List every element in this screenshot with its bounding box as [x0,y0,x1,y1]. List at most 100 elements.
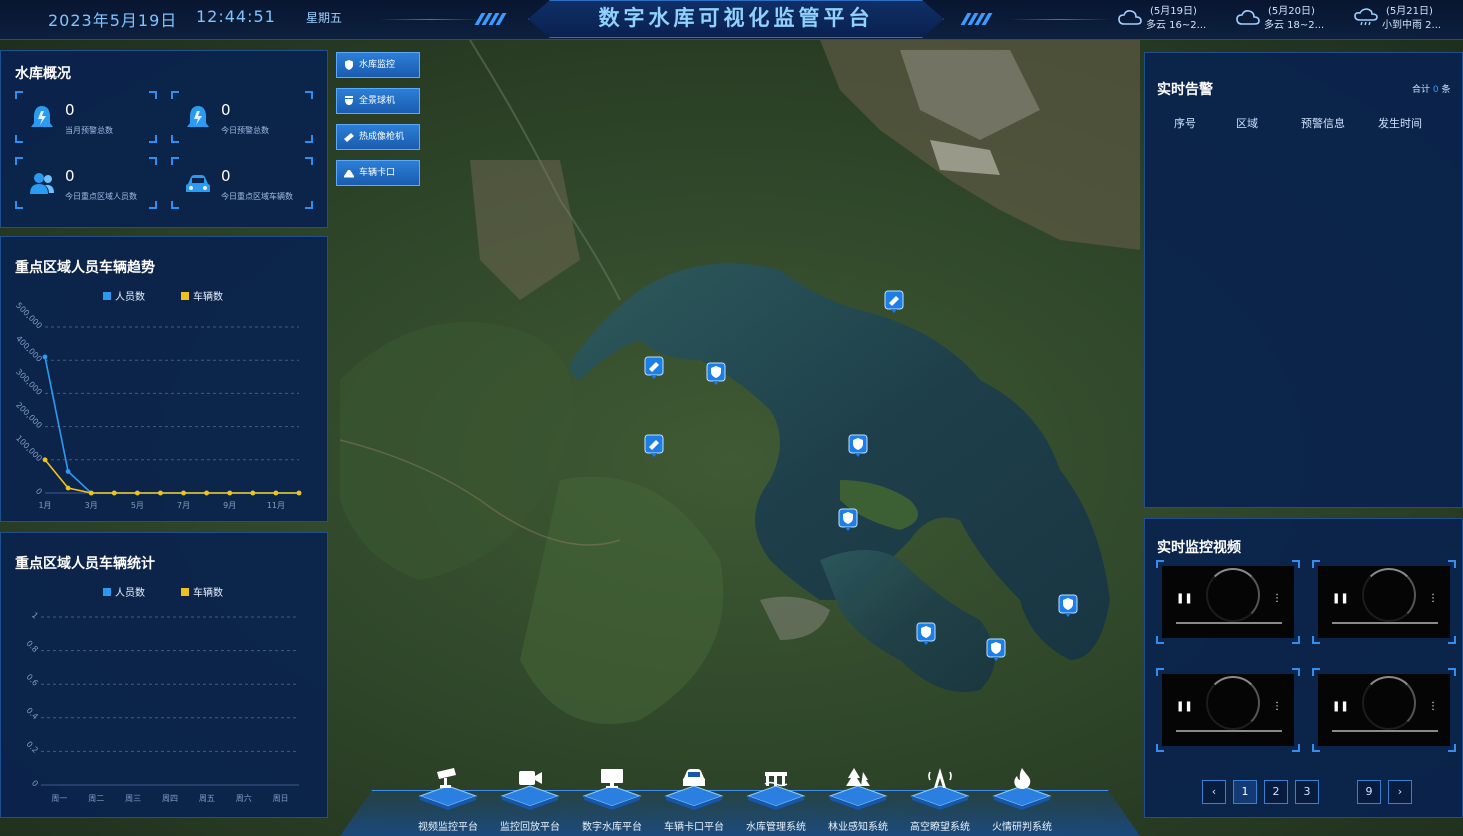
weather-date: (5月21日) [1386,6,1433,17]
forest-icon [846,768,870,786]
map-marker-reservoir-monitor[interactable] [1058,594,1078,618]
data-point [42,354,48,360]
video-title: 实时监控视频 [1157,540,1241,556]
y-tick-label: 400,000 [14,334,44,364]
data-point [227,490,233,496]
pagination-page-last[interactable]: 9 [1357,780,1381,804]
trend-panel: 重点区域人员车辆趋势 人员数 车辆数 0 100,000 200,000 300,000 4… [0,236,328,522]
map-marker-reservoir-monitor[interactable] [838,508,858,532]
dock-item-fire-analysis[interactable]: 火情研判系统 [982,762,1062,834]
pause-icon[interactable]: ❚❚ [1332,594,1349,604]
alarm-total-prefix: 合计 [1412,85,1431,95]
dock-item-video-monitor[interactable]: 视频监控平台 [408,762,488,834]
weather-desc: 多云 18~2... [1264,20,1325,31]
legend-label: 人员数 [115,586,145,599]
data-point [134,490,140,496]
weather-date: (5月19日) [1150,6,1197,17]
y-tick-label: 0.4 [24,706,39,721]
dock-item-label: 高空瞭望系统 [910,822,970,833]
layer-button-label: 水库监控 [359,60,396,70]
header-stripes-right [960,10,1004,25]
video-player[interactable]: ❚❚ ⋮ [1156,560,1300,644]
map-marker-reservoir-monitor[interactable] [916,622,936,646]
map-marker-thermal-camera[interactable] [644,434,664,458]
x-tick-label: 11月 [267,501,285,510]
loading-spinner-icon [1206,568,1260,622]
dock-item-label: 数字水库平台 [582,822,642,833]
map-marker-reservoir-monitor[interactable] [706,362,726,386]
legend-label: 车辆数 [193,290,223,303]
alarm-column-area: 区域 [1236,117,1258,130]
alarm-total-suffix: 条 [1441,85,1451,95]
alarm-column-index: 序号 [1174,117,1196,130]
pause-icon[interactable]: ❚❚ [1176,702,1193,712]
dock-item-reservoir-management[interactable]: 水库管理系统 [736,762,816,834]
data-point [250,490,256,496]
data-point [65,469,71,474]
y-tick-label: 0 [30,779,40,789]
pause-icon[interactable]: ❚❚ [1176,594,1193,604]
layer-button-dome-camera[interactable]: 全景球机 [336,88,420,114]
more-options-icon[interactable]: ⋮ [1428,594,1438,604]
pagination-page-1[interactable]: 1 [1233,780,1257,804]
video-player[interactable]: ❚❚ ⋮ [1156,668,1300,752]
y-tick-label: 200,000 [14,400,44,430]
video-progress-bar[interactable] [1332,622,1438,624]
y-tick-label: 0.8 [24,639,39,654]
dock-item-vehicle-gate[interactable]: 车辆卡口平台 [654,762,734,834]
dome-camera-icon [345,96,353,105]
video-player[interactable]: ❚❚ ⋮ [1312,668,1456,752]
series-line [44,459,299,494]
weather-day-3: (5月21日) 小到中雨 2... [1354,2,1460,34]
weather-date: (5月20日) [1268,6,1315,17]
video-progress-bar[interactable] [1176,730,1282,732]
more-options-icon[interactable]: ⋮ [1272,594,1282,604]
loading-spinner-icon [1206,676,1260,730]
gun-camera-icon [344,133,354,142]
more-options-icon[interactable]: ⋮ [1272,702,1282,712]
more-options-icon[interactable]: ⋮ [1428,702,1438,712]
dock-item-label: 火情研判系统 [992,822,1052,833]
pagination-next[interactable]: › [1388,780,1412,804]
y-tick-label: 500,000 [14,301,44,331]
data-point [273,490,279,496]
x-tick-label: 周二 [88,794,104,803]
legend-label: 车辆数 [193,586,223,599]
pagination-page-2[interactable]: 2 [1264,780,1288,804]
video-progress-bar[interactable] [1176,622,1282,624]
map-marker-reservoir-monitor[interactable] [848,434,868,458]
pagination-page-3[interactable]: 3 [1295,780,1319,804]
car-icon [186,175,210,192]
data-point [158,490,163,496]
y-tick-label: 0.6 [24,672,39,687]
car-icon [683,769,705,786]
map-marker-thermal-camera[interactable] [884,290,904,314]
dock-item-label: 林业感知系统 [828,822,888,833]
vehicle-gate-icon [344,170,354,178]
loading-spinner-icon [1362,568,1416,622]
weather-day-1: (5月19日) 多云 16~2... [1118,2,1230,34]
dock-item-label: 视频监控平台 [418,822,478,833]
dock-item-high-altitude-lookout[interactable]: 高空瞭望系统 [900,762,980,834]
layer-button-label: 热成像枪机 [359,132,405,142]
layer-button-label: 车辆卡口 [359,168,396,178]
video-progress-bar[interactable] [1332,730,1438,732]
map-marker-reservoir-monitor[interactable] [986,638,1006,662]
layer-button-thermal-gun-camera[interactable]: 热成像枪机 [336,124,420,150]
dock-item-playback[interactable]: 监控回放平台 [490,762,570,834]
layer-button-vehicle-gate[interactable]: 车辆卡口 [336,160,420,186]
overview-card-today-alarm: 0 今日预警总数 [171,91,313,143]
dock-item-digital-reservoir[interactable]: 数字水库平台 [572,762,652,834]
dock-item-forestry-sensing[interactable]: 林业感知系统 [818,762,898,834]
video-player[interactable]: ❚❚ ⋮ [1312,560,1456,644]
stats-title: 重点区域人员车辆统计 [15,556,155,572]
y-tick-label: 1 [30,611,40,621]
overview-card-today-vehicles: 0 今日重点区域车辆数 [171,157,313,209]
pagination-prev[interactable]: ‹ [1202,780,1226,804]
alarm-bell-icon [187,106,209,127]
layer-button-reservoir-monitor[interactable]: 水库监控 [336,52,420,78]
pause-icon[interactable]: ❚❚ [1332,702,1349,712]
overview-card-label: 当月预警总数 [65,126,113,135]
cloud-icon [1236,10,1260,25]
map-marker-thermal-camera[interactable] [644,356,664,380]
